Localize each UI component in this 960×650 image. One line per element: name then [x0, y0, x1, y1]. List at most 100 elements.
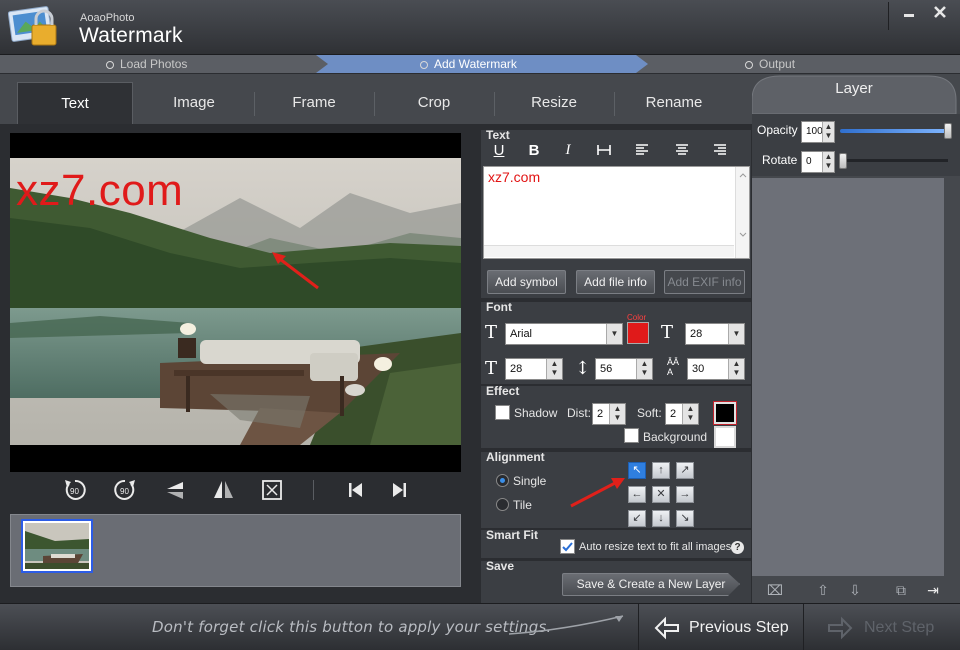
opacity-slider[interactable]	[840, 129, 948, 133]
previous-photo-button[interactable]	[341, 476, 369, 504]
next-step-button[interactable]: Next Step	[806, 604, 960, 650]
title-bar: AoaoPhoto Watermark	[0, 0, 960, 55]
italic-button[interactable]: I	[556, 142, 580, 162]
arrow-right-icon	[828, 616, 853, 640]
color-label: Color	[627, 313, 647, 322]
font-size-select[interactable]: 28 ▼	[685, 323, 745, 345]
font-family-select[interactable]: Arial ▼	[505, 323, 623, 345]
section-title: Alignment	[486, 450, 545, 464]
text-width-stepper[interactable]: 28 ▲ ▼	[505, 358, 563, 380]
delete-layer-button[interactable]: ⌧	[766, 582, 784, 598]
stepper-arrows-icon: ▲ ▼	[546, 359, 562, 379]
align-center-button[interactable]: ✕	[652, 486, 670, 503]
arrow-left-icon	[654, 616, 679, 640]
step-dot-icon	[106, 61, 114, 69]
move-layer-up-button[interactable]: ⇧	[814, 582, 832, 598]
arrow-right-icon: →	[679, 488, 691, 500]
align-top-right-button[interactable]: ↗	[676, 462, 694, 479]
tab-resize[interactable]: Resize	[496, 82, 612, 124]
rotate-left-icon: 90	[65, 479, 86, 500]
shadow-color-swatch[interactable]	[713, 401, 737, 425]
align-left-button[interactable]	[630, 142, 654, 162]
flip-horizontal-button[interactable]	[209, 476, 237, 504]
rotate-slider-thumb[interactable]	[839, 153, 847, 169]
layer-scrollbar[interactable]	[944, 178, 958, 576]
chevron-down-icon: ▼	[728, 324, 744, 344]
single-label: Single	[513, 474, 547, 488]
align-top-left-button[interactable]: ↖	[628, 462, 646, 479]
text-scrollbar[interactable]	[735, 167, 749, 258]
close-button[interactable]	[928, 5, 952, 25]
single-radio[interactable]	[496, 474, 509, 487]
toolbar-divider	[313, 480, 314, 500]
auto-resize-checkbox[interactable]	[560, 539, 575, 554]
next-photo-button[interactable]	[386, 476, 414, 504]
rotate-slider[interactable]	[840, 159, 948, 162]
stepper-arrows-icon: ▲ ▼	[609, 404, 625, 424]
text-horizontal-scrollbar[interactable]	[484, 245, 734, 257]
text-height-stepper[interactable]: 56 ▲ ▼	[595, 358, 653, 380]
add-symbol-button[interactable]: Add symbol	[487, 270, 566, 294]
rotate-left-90-button[interactable]: 90	[61, 476, 89, 504]
align-middle-left-button[interactable]: ←	[628, 486, 646, 503]
tab-frame[interactable]: Frame	[256, 82, 372, 124]
align-middle-right-button[interactable]: →	[676, 486, 694, 503]
shadow-distance-stepper[interactable]: 2 ▲ ▼	[592, 403, 626, 425]
add-file-info-button[interactable]: Add file info	[576, 270, 655, 294]
opacity-slider-thumb[interactable]	[944, 123, 952, 139]
shadow-softness-stepper[interactable]: 2 ▲ ▼	[665, 403, 699, 425]
background-color-swatch[interactable]	[714, 426, 736, 448]
tile-radio[interactable]	[496, 498, 509, 511]
rotate-right-90-button[interactable]: 90	[111, 476, 139, 504]
fit-to-window-button[interactable]	[258, 476, 286, 504]
background-checkbox[interactable]	[624, 428, 639, 443]
watermark-text-overlay[interactable]: xz7.com	[16, 166, 183, 216]
align-bottom-right-button[interactable]: ↘	[676, 510, 694, 527]
arrow-up-right-icon: ↗	[680, 464, 690, 476]
step-add-watermark[interactable]: Add Watermark	[420, 55, 517, 73]
align-right-button[interactable]	[708, 142, 732, 162]
step-output[interactable]: Output	[745, 55, 795, 73]
next-step-label: Next Step	[864, 619, 935, 636]
step-load-photos[interactable]: Load Photos	[106, 55, 187, 73]
previous-step-button[interactable]: Previous Step	[638, 604, 804, 650]
opacity-stepper[interactable]: 100 ▲ ▼	[801, 121, 835, 143]
rotate-stepper[interactable]: 0 ▲ ▼	[801, 151, 835, 173]
add-exif-info-button[interactable]: Add EXIF info	[664, 270, 745, 294]
align-bottom-center-button[interactable]: ↓	[652, 510, 670, 527]
move-layer-down-button[interactable]: ⇩	[846, 582, 864, 598]
tab-rename[interactable]: Rename	[616, 82, 732, 124]
underline-button[interactable]: U	[487, 142, 511, 162]
hint-swoosh-icon	[508, 615, 624, 635]
align-right-icon	[714, 144, 726, 155]
svg-text:90: 90	[120, 487, 129, 496]
tab-text[interactable]: Text	[17, 82, 133, 124]
chevron-down-icon: ▼	[606, 324, 622, 344]
image-preview[interactable]: xz7.com	[10, 133, 461, 472]
shadow-checkbox[interactable]	[495, 405, 510, 420]
import-icon: ⧉	[896, 582, 906, 598]
flip-vertical-button[interactable]	[161, 476, 189, 504]
tab-divider	[374, 92, 375, 116]
scroll-arrows-icon	[739, 173, 747, 237]
minimize-button[interactable]	[897, 5, 921, 25]
letter-spacing-stepper[interactable]: 30 ▲ ▼	[687, 358, 745, 380]
layer-list[interactable]	[752, 178, 944, 576]
save-create-layer-button[interactable]: Save & Create a New Layer	[562, 573, 740, 596]
bold-button[interactable]: B	[522, 142, 546, 162]
import-layer-button[interactable]: ⧉	[892, 582, 910, 598]
align-bottom-left-button[interactable]: ↙	[628, 510, 646, 527]
font-family-icon: T	[485, 322, 498, 343]
align-top-center-button[interactable]: ↑	[652, 462, 670, 479]
font-color-swatch[interactable]	[627, 322, 649, 344]
help-icon[interactable]: ?	[731, 541, 744, 554]
photo-thumbnail[interactable]	[21, 519, 93, 573]
export-layer-button[interactable]: ⇥	[924, 582, 942, 598]
tab-image[interactable]: Image	[136, 82, 252, 124]
underline-icon: U	[493, 142, 505, 159]
tab-divider	[494, 92, 495, 116]
tab-crop[interactable]: Crop	[376, 82, 492, 124]
section-title: Font	[486, 300, 512, 314]
text-spacing-button[interactable]	[592, 142, 616, 162]
align-center-button[interactable]	[670, 142, 694, 162]
